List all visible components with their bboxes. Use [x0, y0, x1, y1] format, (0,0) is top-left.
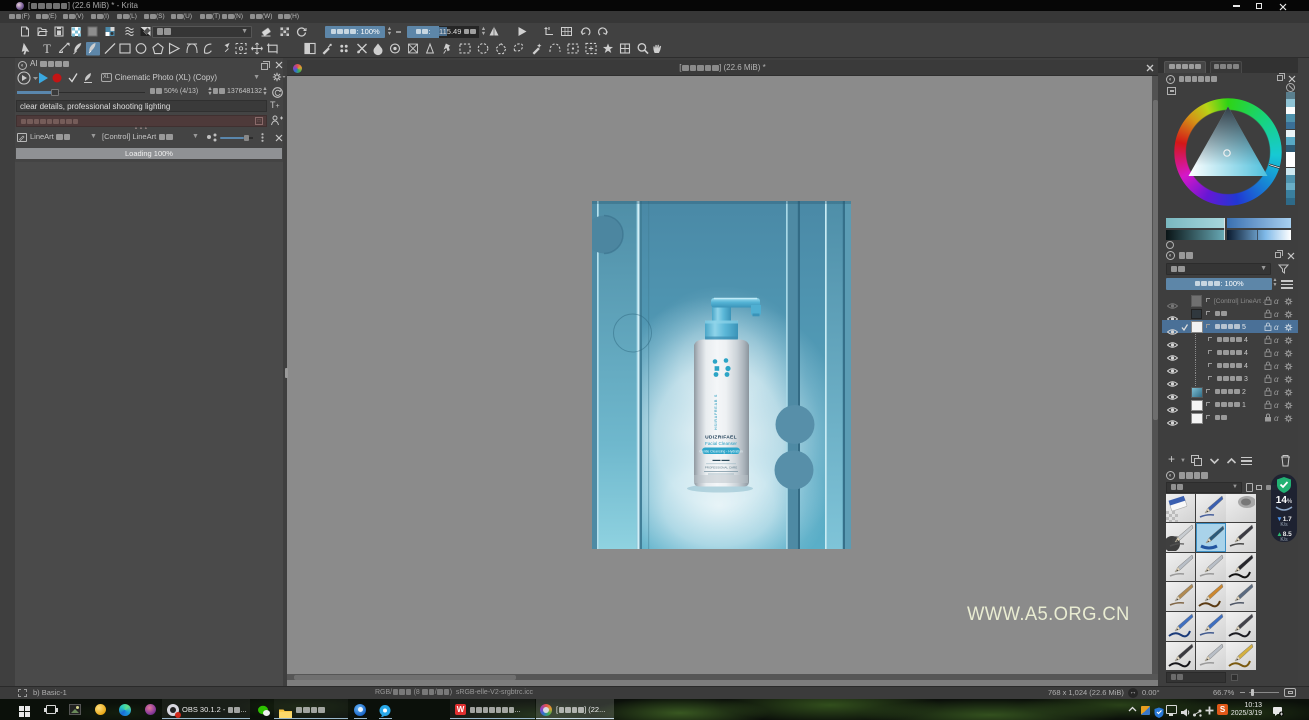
svg-text:UDIZRIFAEL: UDIZRIFAEL: [705, 434, 737, 440]
svg-text:Gentle Cleansing - Hydration: Gentle Cleansing - Hydration: [699, 449, 743, 453]
svg-text:▬▬ ▬▬: ▬▬ ▬▬: [712, 457, 729, 462]
svg-text:Facial Cleanser: Facial Cleanser: [705, 441, 737, 446]
svg-text:HSIRAFREAB S: HSIRAFREAB S: [714, 393, 718, 429]
svg-text:PROFESSIONAL CARE: PROFESSIONAL CARE: [705, 465, 737, 469]
svg-text:T: T: [43, 42, 51, 56]
